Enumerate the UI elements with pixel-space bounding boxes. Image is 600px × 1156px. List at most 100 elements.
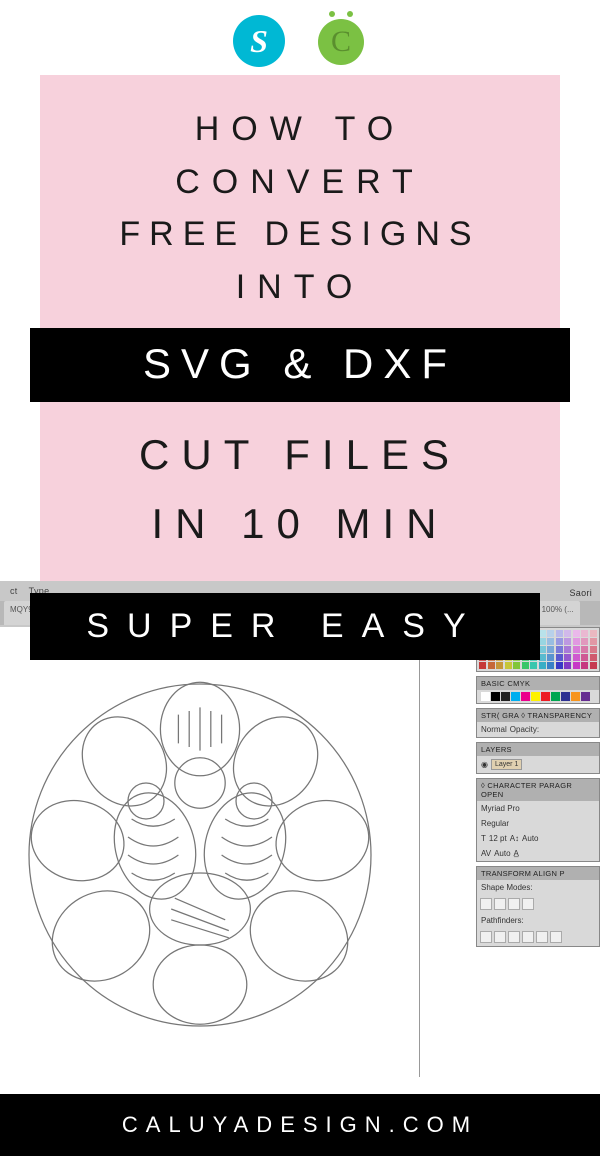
swatch[interactable] — [573, 638, 580, 645]
swatch[interactable] — [581, 662, 588, 669]
shape-modes-label: Shape Modes: — [481, 883, 533, 892]
title-band-super-easy: SUPER EASY — [30, 593, 540, 660]
swatch[interactable] — [547, 654, 554, 661]
font-size-input[interactable]: 12 pt — [489, 834, 507, 843]
swatch[interactable] — [556, 638, 563, 645]
trim-icon[interactable] — [494, 931, 506, 943]
swatch[interactable] — [539, 662, 546, 669]
swatch[interactable] — [564, 662, 571, 669]
panels-dock: BASIC CMYK STR( GRA ◊ TRANSPARENCY Norma… — [476, 627, 600, 947]
swatch[interactable] — [564, 654, 571, 661]
swatch[interactable] — [590, 646, 597, 653]
swatch[interactable] — [581, 654, 588, 661]
swatch[interactable] — [573, 654, 580, 661]
swatch[interactable] — [511, 692, 520, 701]
swatch[interactable] — [556, 646, 563, 653]
exclude-icon[interactable] — [522, 898, 534, 910]
swatch[interactable] — [547, 638, 554, 645]
swatch[interactable] — [513, 662, 520, 669]
swatch[interactable] — [573, 646, 580, 653]
blend-mode-select[interactable]: Normal — [481, 725, 507, 734]
swatch[interactable] — [581, 692, 590, 701]
swatch[interactable] — [590, 630, 597, 637]
logo-row: S C — [0, 0, 600, 75]
swatch[interactable] — [491, 692, 500, 701]
minus-back-icon[interactable] — [550, 931, 562, 943]
swatch[interactable] — [531, 692, 540, 701]
swatch[interactable] — [551, 692, 560, 701]
pathfinder-buttons — [477, 928, 599, 946]
intersect-icon[interactable] — [508, 898, 520, 910]
shape-mode-buttons — [477, 895, 599, 913]
swatch[interactable] — [521, 692, 530, 701]
opacity-label: Opacity: — [510, 725, 539, 734]
mandala-artwork-icon — [20, 675, 380, 1035]
swatch[interactable] — [564, 646, 571, 653]
swatch[interactable] — [556, 654, 563, 661]
font-style-select[interactable]: Regular — [481, 819, 509, 828]
swatch[interactable] — [581, 638, 588, 645]
swatch[interactable] — [488, 662, 495, 669]
layers-panel[interactable]: LAYERS ◉ Layer 1 — [476, 742, 600, 774]
swatch[interactable] — [581, 646, 588, 653]
crop-icon[interactable] — [522, 931, 534, 943]
tracking-icon: A̲ — [514, 849, 519, 858]
swatch[interactable] — [564, 638, 571, 645]
panel-header: STR( GRA ◊ TRANSPARENCY — [477, 709, 599, 722]
swatch[interactable] — [573, 662, 580, 669]
panel-header: LAYERS — [477, 743, 599, 756]
swatch[interactable] — [547, 662, 554, 669]
title-card: HOW TO CONVERT FREE DESIGNS INTO SVG & D… — [40, 75, 560, 583]
swatch[interactable] — [547, 630, 554, 637]
subtitle-line-1: CUT FILES — [58, 416, 542, 485]
editor-canvas-area: BASIC CMYK STR( GRA ◊ TRANSPARENCY Norma… — [0, 627, 600, 1077]
swatch[interactable] — [564, 630, 571, 637]
font-family-select[interactable]: Myriad Pro — [481, 804, 520, 813]
swatch[interactable] — [590, 654, 597, 661]
merge-icon[interactable] — [508, 931, 520, 943]
swatch[interactable] — [556, 662, 563, 669]
title-band-svg-dxf: SVG & DXF — [30, 328, 570, 402]
silhouette-logo-icon: S — [233, 15, 285, 67]
outline-icon[interactable] — [536, 931, 548, 943]
swatch[interactable] — [501, 692, 510, 701]
swatch[interactable] — [561, 692, 570, 701]
font-size-icon: T — [481, 834, 486, 843]
swatch[interactable] — [522, 662, 529, 669]
visibility-toggle-icon[interactable]: ◉ — [481, 760, 488, 769]
swatch[interactable] — [541, 692, 550, 701]
swatch[interactable] — [590, 638, 597, 645]
cmyk-swatch-row[interactable] — [477, 690, 599, 703]
workspace-label[interactable]: Saori — [569, 583, 592, 603]
swatch[interactable] — [581, 630, 588, 637]
cricut-logo-icon: C — [315, 15, 367, 67]
layer-row[interactable]: Layer 1 — [491, 759, 522, 770]
swatch[interactable] — [505, 662, 512, 669]
minus-front-icon[interactable] — [494, 898, 506, 910]
swatch[interactable] — [571, 692, 580, 701]
menu-item[interactable]: ct — [10, 586, 18, 596]
swatch[interactable] — [556, 630, 563, 637]
swatch[interactable] — [547, 646, 554, 653]
swatch[interactable] — [573, 630, 580, 637]
character-panel[interactable]: ◊ CHARACTER PARAGR OPEN Myriad Pro Regul… — [476, 778, 600, 862]
title-line-1: HOW TO — [58, 103, 542, 156]
panel-header: BASIC CMYK — [477, 677, 599, 690]
swatch[interactable] — [481, 692, 490, 701]
panel-header: ◊ CHARACTER PARAGR OPEN — [477, 779, 599, 801]
kerning-input[interactable]: Auto — [494, 849, 510, 858]
swatch[interactable] — [530, 662, 537, 669]
basic-cmyk-panel[interactable]: BASIC CMYK — [476, 676, 600, 704]
title-line-4: INTO — [58, 261, 542, 314]
divide-icon[interactable] — [480, 931, 492, 943]
swatch[interactable] — [590, 662, 597, 669]
unite-icon[interactable] — [480, 898, 492, 910]
swatch[interactable] — [479, 662, 486, 669]
footer-bar: CALUYADESIGN.COM — [0, 1094, 600, 1156]
leading-input[interactable]: Auto — [522, 834, 538, 843]
pathfinder-panel[interactable]: TRANSFORM ALIGN P Shape Modes: Pathfinde… — [476, 866, 600, 947]
transparency-panel[interactable]: STR( GRA ◊ TRANSPARENCY Normal Opacity: — [476, 708, 600, 738]
artboard[interactable] — [0, 627, 420, 1077]
swatch[interactable] — [496, 662, 503, 669]
subtitle-line-2: IN 10 MIN — [58, 485, 542, 554]
